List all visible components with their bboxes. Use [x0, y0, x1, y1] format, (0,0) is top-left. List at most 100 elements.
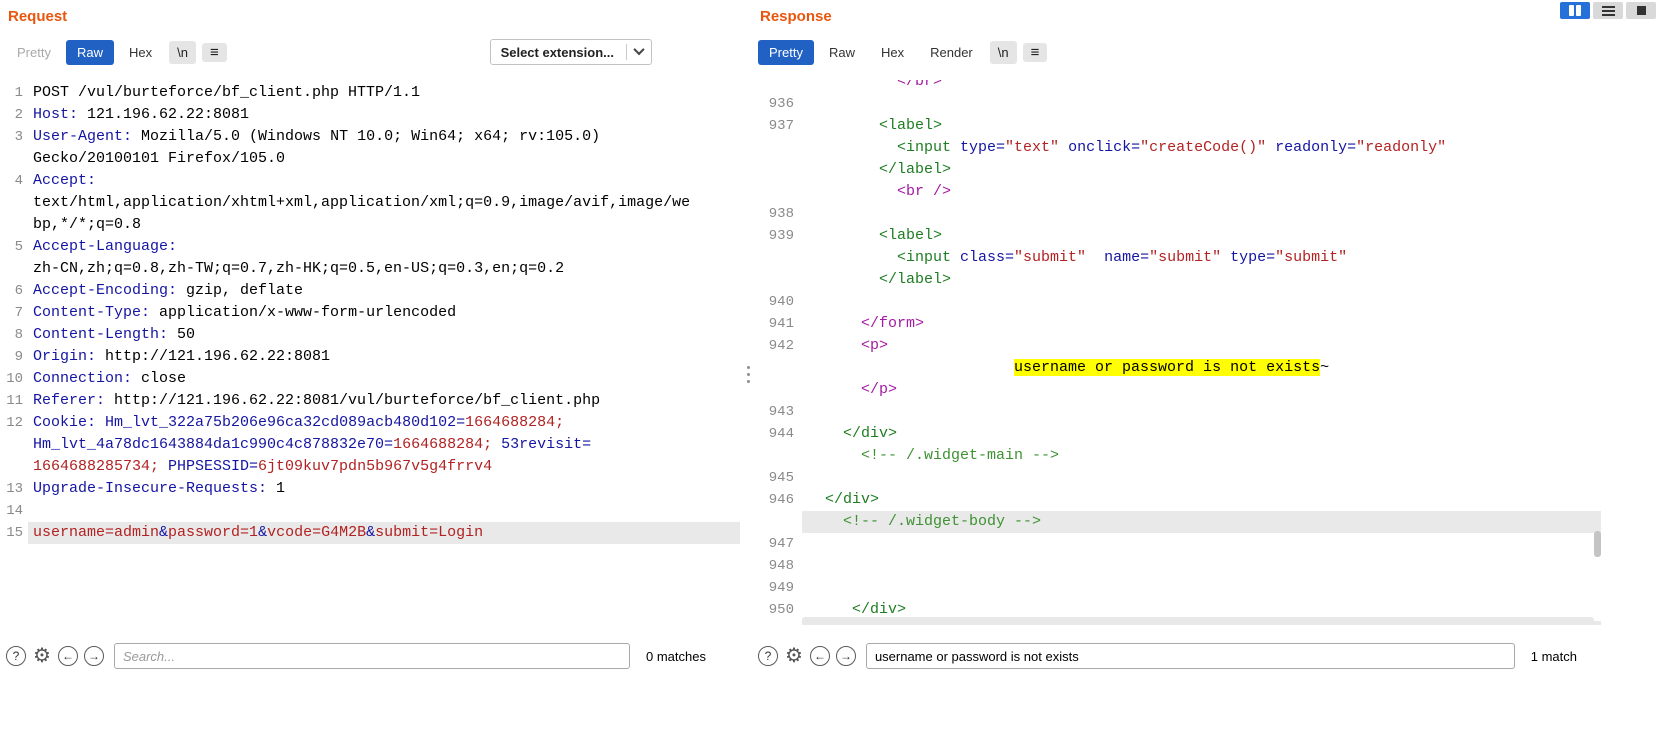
tab-render[interactable]: Render	[919, 40, 984, 65]
code-token: 1	[267, 480, 286, 497]
code-line: Accept:	[28, 170, 740, 192]
prev-match-button[interactable]: ←	[809, 646, 830, 666]
code-row: 6 Accept-Encoding: gzip, deflate	[4, 280, 740, 302]
vertical-scrollbar[interactable]	[1594, 80, 1601, 617]
line-number: 950	[768, 602, 794, 618]
editor-menu-button[interactable]: ≡	[1022, 42, 1048, 62]
newline-toggle-button[interactable]: \n	[989, 40, 1017, 64]
code-row: 948	[756, 555, 1601, 577]
code-row: 1664688285734; PHPSESSID=6jt09kuv7pdn5b9…	[4, 456, 740, 478]
code-token: 6jt09kuv7pdn5b967v5g4frrv4	[258, 458, 493, 475]
code-token: "createCode()"	[1140, 139, 1267, 156]
panel-divider[interactable]	[740, 0, 756, 748]
chevron-down-icon	[633, 43, 645, 55]
code-row: 12 Cookie: Hm_lvt_322a75b206e96ca32cd089a…	[4, 412, 740, 434]
code-token: Content-Type:	[33, 304, 151, 321]
response-search-input[interactable]	[865, 643, 1515, 669]
response-editor[interactable]: </br> 936 937 <label> <input type="text" onc…	[756, 80, 1601, 625]
code-token: class=	[960, 249, 1015, 266]
line-number	[756, 137, 802, 159]
code-line: User-Agent: Mozilla/5.0 (Windows NT 10.0…	[28, 126, 740, 148]
line-number: 12	[6, 415, 23, 431]
code-token: Referer:	[33, 392, 106, 409]
code-token: http://121.196.62.22:8081/vul/burteforce…	[105, 392, 601, 409]
line-number: 938	[768, 206, 794, 222]
line-number: 5	[14, 239, 23, 255]
code-line: Gecko/20100101 Firefox/105.0	[28, 148, 740, 170]
columns-layout-button[interactable]	[1560, 2, 1590, 19]
response-editor-content: </br> 936 937 <label> <input type="text" onc…	[756, 80, 1601, 625]
request-match-count: 0 matches	[646, 648, 706, 664]
request-search-input[interactable]	[113, 643, 631, 669]
code-token: <!-- /.widget-body -->	[843, 513, 1042, 530]
tab-hex[interactable]: Hex	[870, 40, 915, 65]
code-line: POST /vul/burteforce/bf_client.php HTTP/…	[28, 82, 740, 104]
code-line: <input type="text" onclick="createCode()…	[802, 137, 1601, 159]
scrollbar-thumb[interactable]	[1594, 531, 1601, 558]
code-token: password=1	[168, 524, 259, 541]
tab-pretty[interactable]: Pretty	[6, 40, 62, 65]
line-number	[756, 269, 802, 291]
code-token: 53revisit=	[501, 436, 592, 453]
next-match-button[interactable]: →	[835, 646, 856, 666]
code-token: Connection:	[33, 370, 133, 387]
code-token: readonly=	[1275, 139, 1357, 156]
arrow-left-icon: ←	[813, 649, 826, 663]
next-match-button[interactable]: →	[83, 646, 104, 666]
line-number: 3	[14, 129, 23, 145]
columns-layout-icon	[1569, 5, 1574, 16]
code-token: &	[366, 524, 376, 541]
code-line: Hm_lvt_4a78dc1643884da1c990c4c878832e70=…	[28, 434, 740, 456]
gear-icon[interactable]: ⚙	[785, 646, 803, 666]
code-token: 1664688284;	[393, 436, 502, 453]
prev-match-button[interactable]: ←	[57, 646, 78, 666]
code-token: </form>	[861, 315, 925, 332]
code-row: 5 Accept-Language:	[4, 236, 740, 258]
hamburger-icon: ≡	[1030, 43, 1040, 61]
code-line: Content-Type: application/x-www-form-url…	[28, 302, 740, 324]
code-token: &	[258, 524, 268, 541]
code-token: Hm_lvt_4a78dc1643884da1c990c4c878832e70=	[33, 436, 394, 453]
single-layout-button[interactable]	[1626, 2, 1656, 19]
line-number: 13	[6, 481, 23, 497]
tab-pretty[interactable]: Pretty	[758, 39, 814, 65]
code-token: </div>	[843, 425, 898, 442]
code-row: 937 <label>	[756, 115, 1601, 137]
select-extension-dropdown[interactable]: Select extension...	[489, 39, 652, 65]
newline-toggle-button[interactable]: \n	[169, 40, 196, 64]
code-token: vcode=G4M2B	[267, 524, 367, 541]
code-token: "text"	[1005, 139, 1060, 156]
code-row: 7 Content-Type: application/x-www-form-ur…	[4, 302, 740, 324]
line-number: 944	[768, 426, 794, 442]
gear-icon[interactable]: ⚙	[33, 646, 51, 666]
code-token: </label>	[879, 161, 952, 178]
tab-raw[interactable]: Raw	[818, 40, 866, 65]
line-number	[4, 456, 28, 478]
code-token: <input	[897, 139, 961, 156]
help-icon[interactable]: ?	[6, 646, 26, 666]
editor-menu-button[interactable]: ≡	[201, 42, 227, 62]
code-line: <!-- /.widget-body -->	[802, 511, 1601, 533]
code-line: Upgrade-Insecure-Requests: 1	[28, 478, 740, 500]
arrow-left-icon: ←	[61, 649, 74, 663]
code-token: Mozilla/5.0 (Windows NT 10.0; Win64; x64…	[132, 128, 601, 145]
code-row: 938	[756, 203, 1601, 225]
horizontal-scrollbar[interactable]	[802, 617, 1594, 625]
stacked-layout-button[interactable]	[1593, 2, 1623, 19]
code-row: <input type="text" onclick="createCode()…	[756, 137, 1601, 159]
request-editor[interactable]: 1 POST /vul/burteforce/bf_client.php HTTP…	[4, 80, 740, 625]
response-search-bar: ? ⚙ ← → 1 match	[756, 643, 1601, 669]
response-match-count: 1 match	[1530, 648, 1577, 664]
line-number	[4, 434, 28, 456]
code-token: Content-Length:	[33, 326, 169, 343]
drag-handle-icon	[746, 372, 750, 376]
tab-hex[interactable]: Hex	[118, 40, 163, 65]
line-number: 943	[768, 404, 794, 420]
tab-raw[interactable]: Raw	[65, 39, 114, 65]
help-icon[interactable]: ?	[758, 646, 778, 666]
code-row: 15 username=admin&password=1&vcode=G4M2B&…	[4, 522, 740, 544]
code-row: bp,*/*;q=0.8	[4, 214, 740, 236]
